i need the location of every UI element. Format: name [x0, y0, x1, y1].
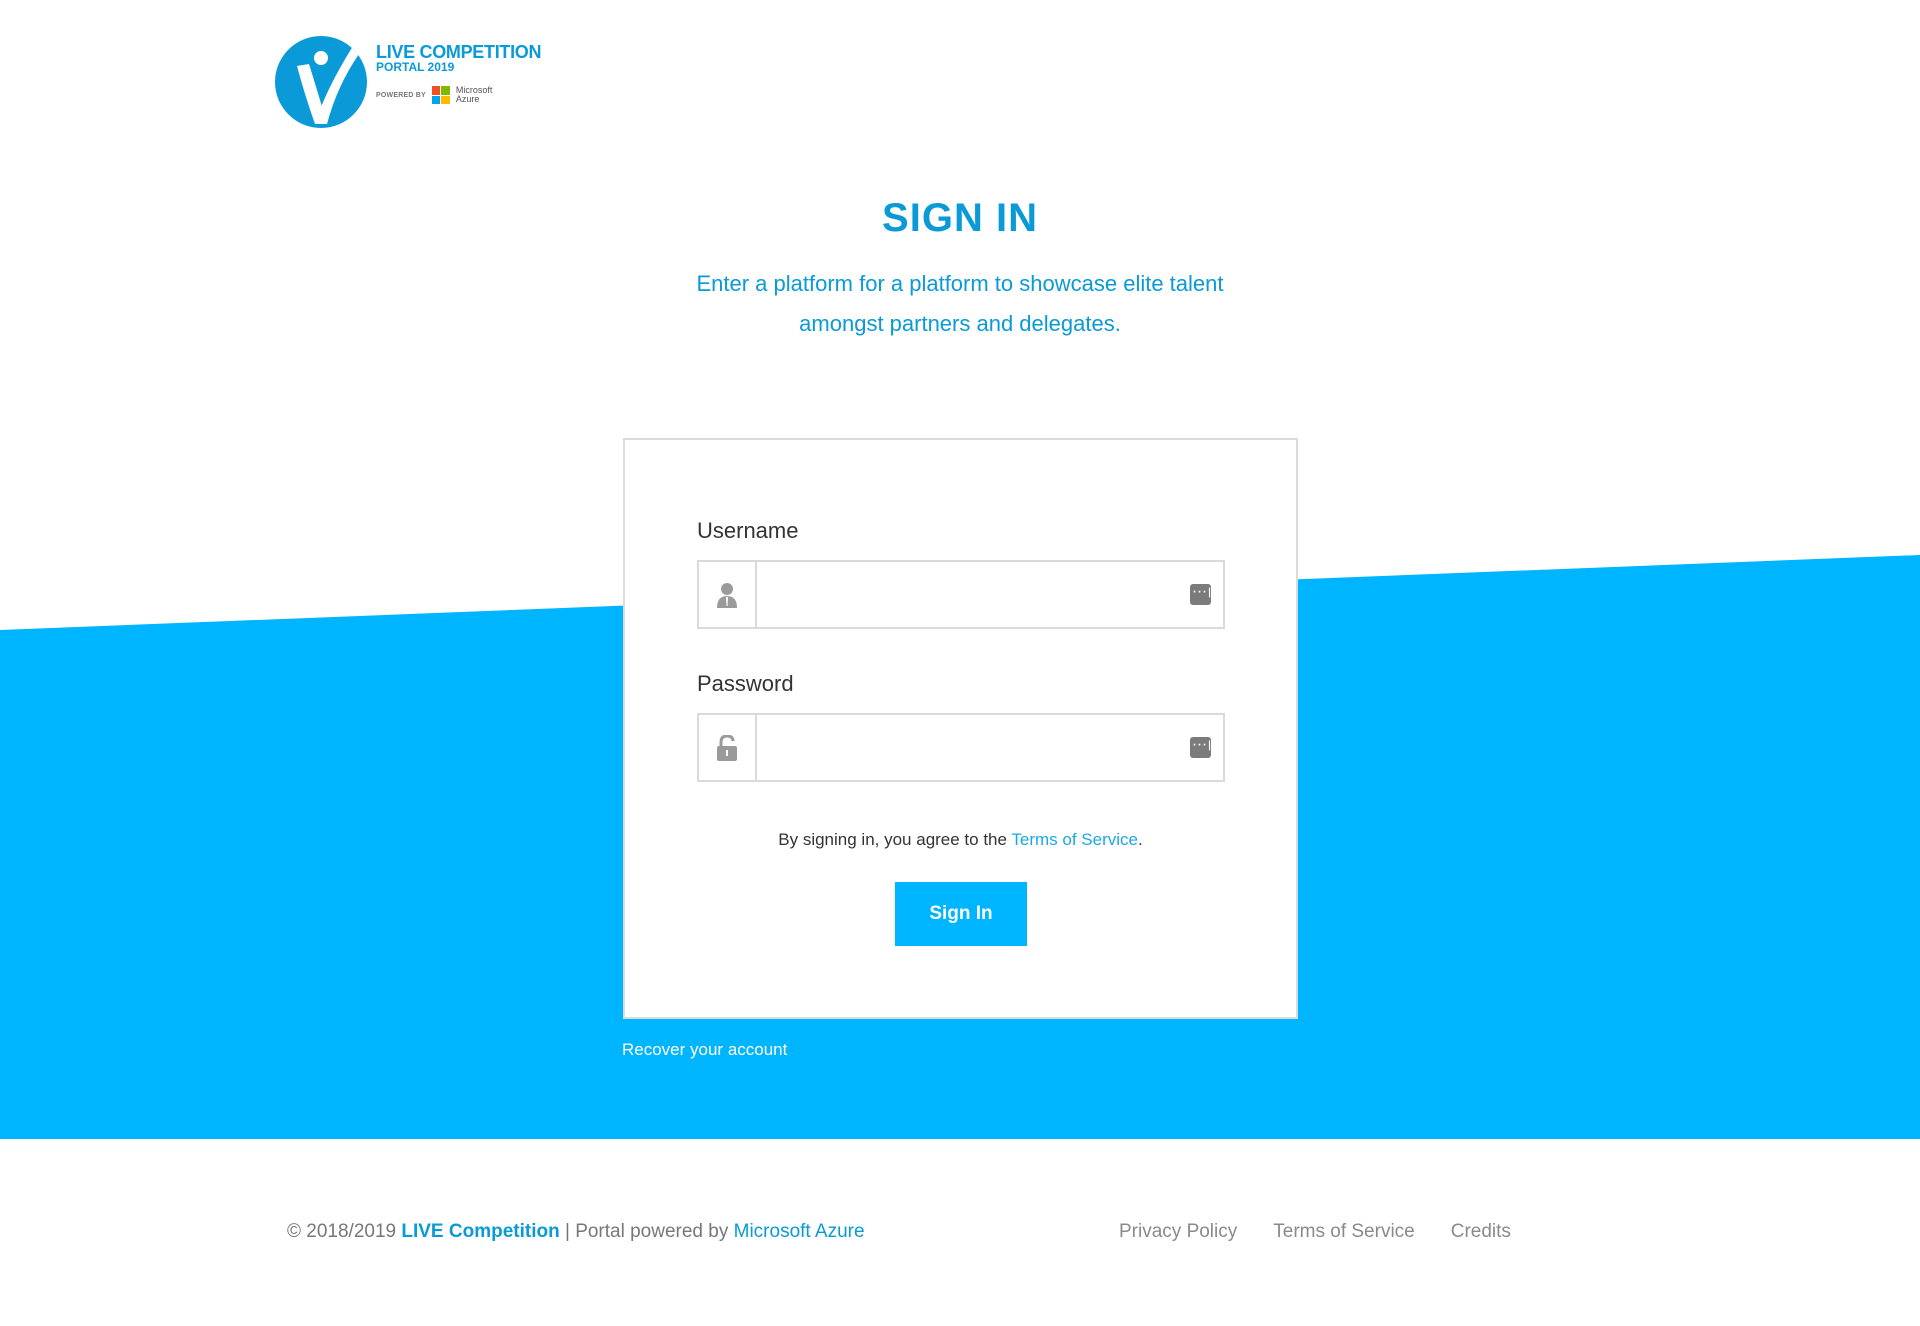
password-field — [697, 713, 1225, 782]
logo-title: LIVE COMPETITION — [376, 42, 542, 62]
password-input[interactable] — [757, 715, 1177, 780]
microsoft-logo-icon — [431, 86, 450, 104]
username-input[interactable] — [757, 562, 1177, 627]
credits-link[interactable]: Credits — [1451, 1221, 1511, 1243]
password-manager-icon[interactable] — [1177, 562, 1223, 627]
password-label: Password — [697, 671, 794, 696]
powered-by-label: POWERED BY — [376, 91, 426, 99]
footer-terms-link[interactable]: Terms of Service — [1273, 1221, 1414, 1243]
footer-powered-text: | Portal powered by — [559, 1221, 734, 1242]
terms-of-service-link[interactable]: Terms of Service — [1011, 830, 1138, 849]
terms-agreement-suffix: . — [1137, 830, 1143, 849]
logo[interactable]: LIVE COMPETITION PORTAL 2019 POWERED BY … — [275, 36, 545, 130]
sign-in-button[interactable]: Sign In — [895, 882, 1027, 946]
username-label: Username — [697, 518, 799, 543]
logo-subtitle: PORTAL 2019 — [376, 60, 455, 74]
terms-agreement: By signing in, you agree to the Terms of… — [625, 830, 1296, 850]
privacy-policy-link[interactable]: Privacy Policy — [1119, 1221, 1237, 1243]
footer-azure-link[interactable]: Microsoft Azure — [734, 1221, 865, 1242]
recover-account-link[interactable]: Recover your account — [622, 1040, 787, 1060]
user-icon — [699, 562, 757, 627]
copyright-text: © 2018/2019 — [287, 1221, 402, 1242]
unlock-icon — [699, 715, 757, 780]
footer-brand: LIVE Competition — [401, 1221, 560, 1242]
terms-agreement-prefix: By signing in, you agree to the — [778, 830, 1012, 849]
username-field — [697, 560, 1225, 629]
logo-mark — [275, 36, 367, 128]
signin-form: Username Password By signing in, you agr… — [623, 438, 1298, 1019]
powered-by: POWERED BY Microsoft Azure — [376, 86, 492, 104]
page-subtitle: Enter a platform for a platform to showc… — [696, 271, 1224, 336]
page-title: SIGN IN — [882, 196, 1038, 240]
partner-name: Microsoft Azure — [455, 85, 493, 104]
password-manager-icon[interactable] — [1177, 715, 1223, 780]
footer-copyright: © 2018/2019 LIVE Competition | Portal po… — [287, 1221, 865, 1243]
footer-links: Privacy Policy Terms of Service Credits — [1119, 1221, 1511, 1243]
